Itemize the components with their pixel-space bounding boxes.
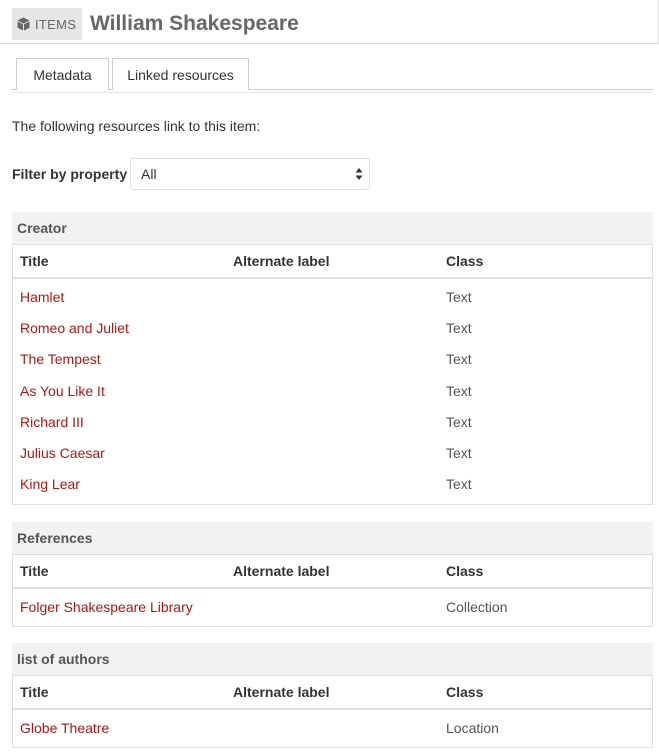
table-row: Julius Caesar Text [13,437,652,468]
page-title: William Shakespeare [90,12,299,35]
resource-class: Text [446,288,472,305]
select-arrows-icon [355,168,363,180]
resource-title-link[interactable]: Folger Shakespeare Library [20,591,193,622]
cube-icon [17,17,30,31]
linked-resources-table: Title Alternate label Class Folger Shake… [12,554,653,628]
resource-class: Text [446,413,472,430]
items-badge-label: ITEMS [35,16,77,32]
resource-class: Collection [446,598,508,615]
column-header-class: Class [446,684,484,700]
resource-title-link[interactable]: Globe Theatre [20,712,109,743]
resource-title-link[interactable]: The Tempest [20,344,101,375]
resource-class: Text [446,319,472,336]
section-heading: Creator [12,212,653,244]
table-body: Hamlet Text Romeo and Juliet Text The Te… [13,279,652,504]
tabs-divider-secondary [12,92,653,93]
resource-class: Text [446,445,472,462]
table-header: Title Alternate label Class [13,555,652,589]
table-row: Romeo and Juliet Text [13,312,652,343]
intro-text: The following resources link to this ite… [12,118,261,134]
column-header-alternate-label: Alternate label [233,563,330,579]
column-header-title: Title [20,563,49,579]
resource-title-link[interactable]: Richard III [20,406,84,437]
column-header-alternate-label: Alternate label [233,684,330,700]
page-header: ITEMS William Shakespeare [0,0,659,44]
section-references: References Title Alternate label Class F… [12,522,653,628]
table-row: Globe Theatre Location [13,712,652,743]
tab-metadata[interactable]: Metadata [16,58,109,90]
column-header-class: Class [446,563,484,579]
resource-title-link[interactable]: Julius Caesar [20,437,105,468]
resource-title-link[interactable]: As You Like It [20,375,105,406]
table-body: Globe Theatre Location [13,710,652,747]
section-heading: list of authors [12,643,653,675]
tab-linked-resources[interactable]: Linked resources [112,58,249,90]
table-row: Richard III Text [13,406,652,437]
table-row: As You Like It Text [13,375,652,406]
tab-bar: Metadata Linked resources [12,58,652,90]
section-list-of-authors: list of authors Title Alternate label Cl… [12,643,653,749]
table-header: Title Alternate label Class [13,245,652,279]
section-heading: References [12,522,653,554]
table-row: Hamlet Text [13,281,652,312]
resource-class: Text [446,382,472,399]
column-header-alternate-label: Alternate label [233,253,330,269]
linked-resources-table: Title Alternate label Class Globe Theatr… [12,675,653,749]
filter-label: Filter by property [12,166,128,182]
resource-class: Text [446,476,472,493]
table-row: The Tempest Text [13,344,652,375]
items-badge[interactable]: ITEMS [12,8,83,40]
linked-resources-table: Title Alternate label Class Hamlet Text … [12,244,653,506]
table-header: Title Alternate label Class [13,676,652,710]
resource-class: Location [446,719,499,736]
table-body: Folger Shakespeare Library Collection [13,589,652,626]
column-header-title: Title [20,684,49,700]
item-page: ITEMS William Shakespeare Metadata Linke… [0,0,659,756]
filter-property-select[interactable]: All [130,158,370,190]
column-header-class: Class [446,253,484,269]
resource-class: Text [446,351,472,368]
resource-title-link[interactable]: Hamlet [20,281,64,312]
table-row: Folger Shakespeare Library Collection [13,591,652,622]
filter-selected-value: All [141,166,157,182]
resource-title-link[interactable]: Romeo and Juliet [20,312,129,343]
section-creator: Creator Title Alternate label Class Haml… [12,212,653,506]
column-header-title: Title [20,253,49,269]
resource-title-link[interactable]: King Lear [20,469,80,500]
table-row: King Lear Text [13,469,652,500]
